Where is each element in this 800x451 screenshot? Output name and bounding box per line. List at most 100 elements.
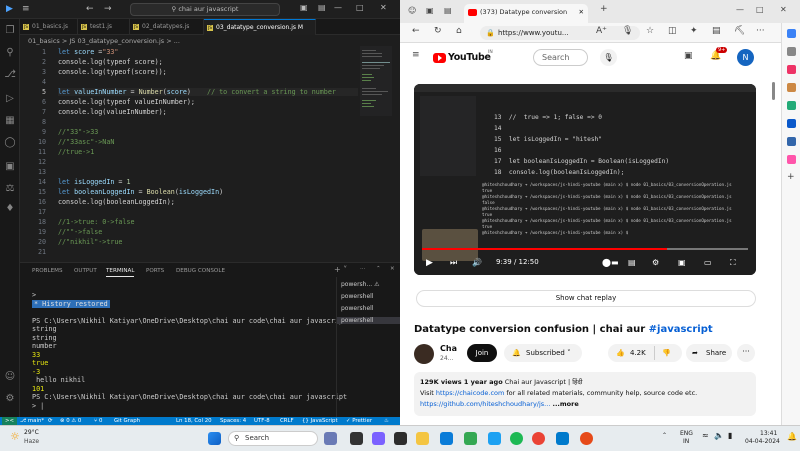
tab-ports[interactable]: PORTS — [146, 268, 164, 274]
join-button[interactable]: Join — [467, 344, 497, 362]
extensions-icon[interactable]: ⛏ — [734, 26, 745, 36]
tab-close-icon[interactable]: ✕ — [579, 4, 584, 21]
terminal-item[interactable]: powershell — [341, 305, 374, 312]
channel-avatar[interactable] — [414, 344, 434, 364]
app-icon[interactable] — [488, 432, 501, 445]
terminal-item[interactable]: powershell — [337, 317, 401, 324]
youtube-logo-icon[interactable] — [433, 53, 446, 63]
read-aloud-icon[interactable]: A⁺ — [596, 26, 607, 36]
share-button[interactable]: ➦ Share — [686, 344, 732, 362]
maximize-button[interactable]: □ — [756, 5, 764, 14]
spotify-icon[interactable] — [510, 432, 523, 445]
tab-02-datatypes[interactable]: JS 02_datatypes.js — [130, 19, 204, 35]
vscode-icon[interactable] — [556, 432, 569, 445]
minimap[interactable] — [360, 46, 392, 116]
extensions-icon[interactable]: ▦ — [4, 115, 16, 127]
channel-name[interactable]: Cha — [440, 344, 457, 353]
youtube-logo[interactable]: YouTube — [448, 52, 491, 63]
copilot-icon[interactable] — [787, 29, 796, 38]
hamburger-menu-icon[interactable]: ≡ — [412, 50, 420, 60]
more-options-icon[interactable]: ··· — [756, 26, 765, 36]
outlook-icon[interactable] — [787, 119, 796, 128]
input-lang[interactable]: ENG — [680, 430, 693, 437]
store-icon[interactable] — [464, 432, 477, 445]
dislike-icon[interactable]: 👎 — [662, 344, 671, 362]
close-button[interactable]: ✕ — [380, 3, 387, 12]
favorites-icon[interactable]: ✦ — [690, 26, 698, 36]
voice-search-icon[interactable]: 🎙 — [600, 49, 617, 66]
settings-gear-icon[interactable]: ⚙ — [4, 393, 16, 405]
search-icon[interactable] — [787, 47, 796, 56]
terminal-icon[interactable] — [394, 432, 407, 445]
tab-problems[interactable]: PROBLEMS — [32, 268, 63, 274]
account-icon[interactable]: ☺ — [4, 371, 16, 383]
create-video-icon[interactable]: ▣ — [684, 51, 693, 61]
games-icon[interactable] — [787, 83, 796, 92]
volume-icon[interactable]: 🔈 — [714, 431, 724, 440]
add-app-icon[interactable]: + — [787, 173, 796, 182]
panel-more-icon[interactable]: ··· — [360, 266, 365, 272]
taskbar-search[interactable]: ⚲ Search — [228, 431, 318, 446]
minimize-button[interactable]: — — [334, 3, 342, 12]
layout-icon-2[interactable]: ▤ — [318, 3, 326, 12]
autoplay-toggle-icon[interactable]: ⬤▬ — [602, 258, 619, 267]
collections-icon[interactable]: ▤ — [712, 26, 721, 36]
youtube-search-input[interactable]: Search — [533, 49, 588, 66]
video-player[interactable]: 13 // true => 1; false => 0 14 15 let is… — [414, 84, 756, 275]
chaicode-link[interactable]: https://chaicode.com — [436, 389, 504, 397]
play-icon[interactable]: ▶ — [426, 258, 433, 268]
tab-01-basics[interactable]: JS 01_basics.js — [20, 19, 78, 35]
next-icon[interactable]: ⏭ — [450, 258, 457, 268]
layout-icon[interactable]: ▣ — [300, 3, 308, 12]
close-button[interactable]: ✕ — [780, 5, 787, 14]
avatar[interactable]: N — [737, 49, 754, 66]
tab-debug-console[interactable]: DEBUG CONSOLE — [176, 268, 225, 274]
menu-icon[interactable]: ≡ — [22, 4, 30, 14]
workspaces-icon[interactable]: ▣ — [426, 6, 434, 15]
copilot-icon[interactable] — [372, 432, 385, 445]
show-more-link[interactable]: ...more — [552, 400, 578, 408]
notification-icon[interactable]: 🔔 — [787, 432, 797, 441]
sidebar-app-icon[interactable] — [787, 155, 796, 164]
command-center-search[interactable]: ⚲ chai aur javascript — [130, 3, 280, 16]
tools-icon[interactable] — [787, 65, 796, 74]
terminal-item[interactable]: powersh... ⚠ — [341, 281, 379, 288]
input-region[interactable]: IN — [683, 438, 689, 445]
profile-icon[interactable]: ☺ — [408, 6, 416, 15]
search-icon[interactable]: ⚲ — [4, 47, 16, 59]
terminal-output[interactable]: > * History restored PS C:\Users\Nikhil … — [32, 291, 347, 410]
edge-icon[interactable] — [440, 432, 453, 445]
widgets-icon[interactable] — [324, 432, 337, 445]
hashtag-link[interactable]: #javascript — [649, 324, 713, 335]
terminal-item[interactable]: powershell — [341, 293, 374, 300]
file-explorer-icon[interactable] — [416, 432, 429, 445]
tab-terminal[interactable]: TERMINAL — [106, 268, 135, 277]
mic-icon[interactable]: 🎙 — [622, 26, 633, 36]
clock-time[interactable]: 13:41 — [760, 430, 777, 437]
tab-actions-icon[interactable]: ▤ — [444, 6, 452, 15]
theater-mode-icon[interactable]: ▭ — [704, 258, 712, 267]
back-arrow-icon[interactable]: ← — [86, 4, 94, 14]
start-windows-icon[interactable] — [208, 432, 221, 445]
drop-icon[interactable] — [787, 101, 796, 110]
minimize-button[interactable]: — — [736, 5, 744, 14]
battery-icon[interactable]: ▮ — [728, 431, 732, 440]
show-chat-replay-button[interactable]: Show chat replay — [416, 290, 756, 307]
miniplayer-icon[interactable]: ▣ — [678, 258, 686, 267]
tab-03-datatype-conversion[interactable]: JS 03_datatype_conversion.js M — [204, 19, 316, 35]
panel-maximize-icon[interactable]: ⌃ — [376, 266, 381, 272]
split-screen-icon[interactable]: ◫ — [668, 26, 677, 36]
office-icon[interactable] — [787, 137, 796, 146]
more-actions-button[interactable]: ··· — [737, 344, 755, 362]
back-arrow-icon[interactable]: ← — [412, 26, 420, 36]
subtitles-icon[interactable]: ▤ — [628, 258, 636, 267]
settings-gear-icon[interactable]: ⚙ — [652, 258, 659, 267]
new-terminal-icon[interactable]: + ˅ — [334, 265, 347, 274]
like-count[interactable]: 4.2K — [630, 344, 646, 362]
favorite-star-icon[interactable]: ☆ — [646, 26, 654, 36]
app-icon-2[interactable] — [580, 432, 593, 445]
python-icon[interactable]: ♦ — [4, 203, 16, 215]
explorer-icon[interactable]: ❐ — [4, 25, 16, 37]
new-tab-icon[interactable]: + — [600, 4, 608, 14]
clock-date[interactable]: 04-04-2024 — [745, 438, 780, 445]
